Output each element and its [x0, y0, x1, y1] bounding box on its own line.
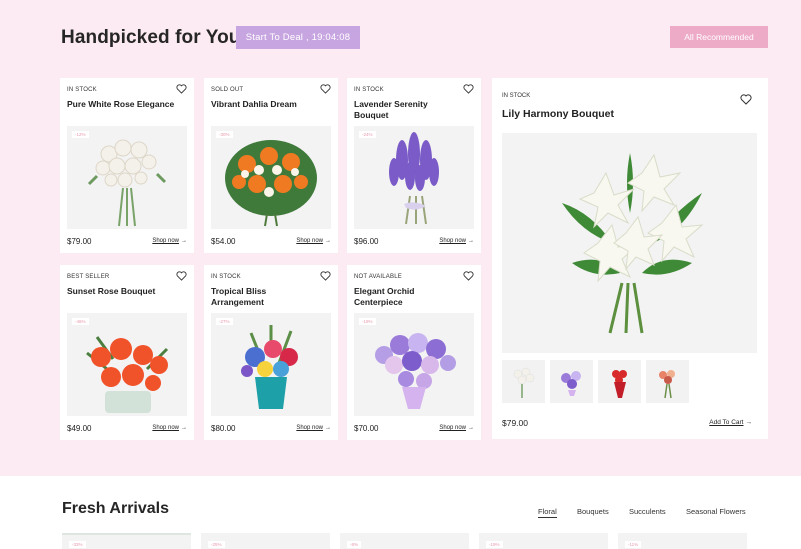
- product-name[interactable]: Tropical Bliss Arrangement: [211, 286, 321, 308]
- stock-status: IN STOCK: [67, 87, 97, 93]
- arrow-right-icon: →: [468, 238, 474, 244]
- product-card[interactable]: BEST SELLER Sunset Rose Bouquet -46% $49…: [60, 265, 194, 440]
- discount-badge: -33%: [69, 541, 86, 548]
- discount-badge: -27%: [216, 318, 233, 325]
- shop-now-link[interactable]: Shop now →: [439, 238, 474, 244]
- product-price: $96.00: [354, 237, 379, 246]
- product-price: $70.00: [354, 424, 379, 433]
- arrow-right-icon: →: [745, 419, 753, 426]
- discount-badge: -11%: [625, 541, 642, 548]
- shop-now-label[interactable]: Shop now: [296, 238, 323, 244]
- fresh-product-card[interactable]: -11%: [618, 533, 747, 549]
- heart-icon[interactable]: [463, 271, 474, 281]
- stock-status: NOT AVAILABLE: [354, 274, 402, 280]
- product-price: $79.00: [67, 237, 92, 246]
- shop-now-link[interactable]: Shop now →: [439, 425, 474, 431]
- arrow-right-icon: →: [325, 425, 331, 431]
- product-name[interactable]: Elegant Orchid Centerpiece: [354, 286, 464, 308]
- product-name[interactable]: Sunset Rose Bouquet: [67, 286, 177, 297]
- stock-status: IN STOCK: [354, 87, 384, 93]
- discount-badge: -24%: [359, 131, 376, 138]
- heart-icon[interactable]: [176, 84, 187, 94]
- featured-product-card[interactable]: IN STOCK Lily Harmony Bouquet $79.00 Add…: [492, 78, 768, 439]
- featured-price: $79.00: [502, 418, 528, 428]
- section-title: Handpicked for You: [61, 27, 241, 48]
- thumbnail-mixed-bouquet[interactable]: [646, 360, 689, 403]
- stock-status: IN STOCK: [502, 93, 531, 99]
- fresh-product-card[interactable]: -8%: [340, 533, 469, 549]
- product-image[interactable]: -24%: [354, 126, 474, 229]
- product-card[interactable]: NOT AVAILABLE Elegant Orchid Centerpiece…: [347, 265, 481, 440]
- fresh-product-card[interactable]: -19%: [479, 533, 608, 549]
- heart-icon[interactable]: [463, 84, 474, 94]
- thumbnail-red-roses[interactable]: [598, 360, 641, 403]
- thumbnail-purple-flowers[interactable]: [550, 360, 593, 403]
- product-card[interactable]: IN STOCK Tropical Bliss Arrangement -27%…: [204, 265, 338, 440]
- stock-status: BEST SELLER: [67, 274, 110, 280]
- tab-succulents[interactable]: Succulents: [629, 507, 666, 516]
- shop-now-label[interactable]: Shop now: [152, 238, 179, 244]
- fresh-product-card[interactable]: -33%: [62, 533, 191, 549]
- tab-floral[interactable]: Floral: [538, 507, 557, 518]
- shop-now-label[interactable]: Shop now: [152, 425, 179, 431]
- thumbnail-white-roses[interactable]: [502, 360, 545, 403]
- stock-status: SOLD OUT: [211, 87, 244, 93]
- product-image[interactable]: -12%: [67, 126, 187, 229]
- shop-now-label[interactable]: Shop now: [296, 425, 323, 431]
- heart-icon[interactable]: [320, 271, 331, 281]
- deal-countdown-button[interactable]: Start To Deal , 19:04:08: [236, 26, 360, 49]
- all-recommended-button[interactable]: All Recommended: [670, 26, 768, 48]
- discount-badge: -12%: [72, 131, 89, 138]
- discount-badge: -19%: [486, 541, 503, 548]
- product-image[interactable]: -19%: [354, 313, 474, 416]
- handpicked-section: Handpicked for You Start To Deal , 19:04…: [0, 0, 801, 476]
- product-card[interactable]: IN STOCK Lavender Serenity Bouquet -24% …: [347, 78, 481, 253]
- product-card[interactable]: SOLD OUT Vibrant Dahlia Dream -30% $54.0…: [204, 78, 338, 253]
- arrow-right-icon: →: [325, 238, 331, 244]
- tab-bouquets[interactable]: Bouquets: [577, 507, 609, 516]
- add-to-cart-link[interactable]: Add To Cart →: [709, 419, 752, 426]
- product-price: $49.00: [67, 424, 92, 433]
- arrow-right-icon: →: [468, 425, 474, 431]
- product-card[interactable]: IN STOCK Pure White Rose Elegance -12% $…: [60, 78, 194, 253]
- discount-badge: -30%: [216, 131, 233, 138]
- shop-now-label[interactable]: Shop now: [439, 238, 466, 244]
- discount-badge: -25%: [208, 541, 225, 548]
- product-name[interactable]: Pure White Rose Elegance: [67, 99, 177, 110]
- fresh-arrivals-title: Fresh Arrivals: [62, 500, 170, 517]
- product-name[interactable]: Vibrant Dahlia Dream: [211, 99, 321, 110]
- stock-status: IN STOCK: [211, 274, 241, 280]
- product-price: $80.00: [211, 424, 236, 433]
- discount-badge: -46%: [72, 318, 89, 325]
- shop-now-label[interactable]: Shop now: [439, 425, 466, 431]
- shop-now-link[interactable]: Shop now →: [152, 425, 187, 431]
- tab-seasonal-flowers[interactable]: Seasonal Flowers: [686, 507, 746, 516]
- featured-product-name[interactable]: Lily Harmony Bouquet: [502, 108, 614, 120]
- card-divider: [62, 533, 191, 535]
- product-image[interactable]: -46%: [67, 313, 187, 416]
- heart-icon[interactable]: [320, 84, 331, 94]
- product-name[interactable]: Lavender Serenity Bouquet: [354, 99, 464, 121]
- product-image[interactable]: -30%: [211, 126, 331, 229]
- heart-icon[interactable]: [176, 271, 187, 281]
- arrow-right-icon: →: [181, 238, 187, 244]
- shop-now-link[interactable]: Shop now →: [152, 238, 187, 244]
- featured-product-image[interactable]: [502, 133, 757, 353]
- product-image[interactable]: -27%: [211, 313, 331, 416]
- product-price: $54.00: [211, 237, 236, 246]
- add-to-cart-label[interactable]: Add To Cart: [709, 419, 743, 426]
- fresh-product-card[interactable]: -25%: [201, 533, 330, 549]
- shop-now-link[interactable]: Shop now →: [296, 425, 331, 431]
- heart-icon[interactable]: [740, 94, 752, 105]
- discount-badge: -8%: [347, 541, 362, 548]
- discount-badge: -19%: [359, 318, 376, 325]
- arrow-right-icon: →: [181, 425, 187, 431]
- shop-now-link[interactable]: Shop now →: [296, 238, 331, 244]
